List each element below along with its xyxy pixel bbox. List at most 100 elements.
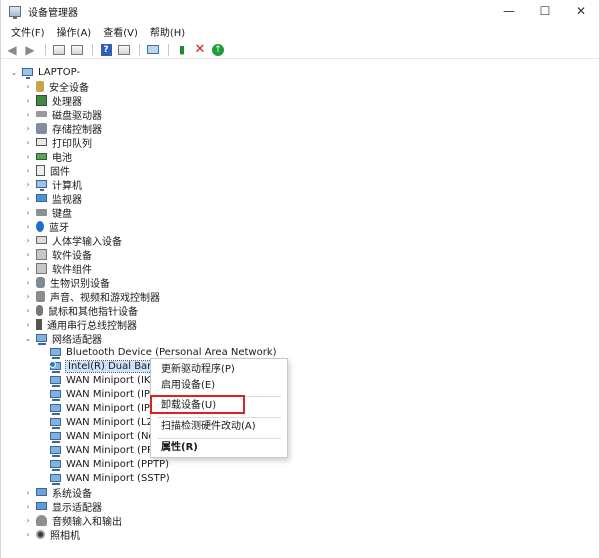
expand-chevron-icon[interactable]: ›	[23, 124, 33, 133]
expand-chevron-icon[interactable]: ›	[23, 488, 33, 497]
keyboard-icon	[36, 208, 47, 216]
network-adapter-item[interactable]: Bluetooth Device (Personal Area Network)	[50, 345, 277, 359]
tree-item-biometric[interactable]: › 生物识别设备	[23, 275, 110, 290]
tree-root-label: LAPTOP-	[38, 66, 81, 78]
tree-item-monitor[interactable]: › 监视器	[23, 191, 82, 206]
tree-item-disk[interactable]: › 磁盘驱动器	[23, 107, 102, 122]
bluetooth-icon	[36, 220, 44, 232]
mouse-icon	[36, 304, 43, 316]
expand-chevron-icon[interactable]: ›	[23, 138, 33, 147]
expand-chevron-icon[interactable]: ›	[23, 306, 33, 315]
tree-item-audio-io[interactable]: › 音频输入和输出	[23, 513, 122, 528]
properties-icon[interactable]	[51, 43, 67, 57]
menu-file[interactable]: 文件(F)	[5, 24, 51, 39]
expand-chevron-icon[interactable]: ›	[23, 96, 33, 105]
tree-item-software-device[interactable]: › 软件设备	[23, 247, 92, 262]
expand-chevron-icon[interactable]: ›	[23, 194, 33, 203]
expand-chevron-icon[interactable]: ›	[23, 250, 33, 259]
tree-item-network[interactable]: ⌄ 网络适配器	[23, 331, 102, 346]
minimize-button[interactable]: —	[491, 0, 527, 22]
expand-chevron-icon[interactable]: ›	[23, 516, 33, 525]
window-title: 设备管理器	[28, 7, 78, 19]
tree-item-usb[interactable]: › 通用串行总线控制器	[23, 317, 137, 332]
printer-icon	[36, 138, 47, 146]
expand-chevron-icon[interactable]: ›	[23, 152, 33, 161]
tree-item-mouse[interactable]: › 鼠标和其他指针设备	[23, 303, 138, 318]
collapse-chevron-icon[interactable]: ⌄	[9, 68, 19, 77]
expand-chevron-icon[interactable]: ›	[23, 502, 33, 511]
tree-item-battery[interactable]: › 电池	[23, 149, 72, 164]
network-adapter-item[interactable]: WAN Miniport (PPTP)	[50, 457, 169, 471]
tree-item-label: 网络适配器	[52, 334, 102, 346]
view-list-icon[interactable]	[116, 43, 132, 57]
tree-item-firmware[interactable]: › 固件	[23, 163, 70, 178]
tree-root[interactable]: ⌄ LAPTOP-	[9, 65, 80, 79]
back-arrow-icon[interactable]: ◀	[4, 43, 20, 57]
tree-item-label: 蓝牙	[49, 222, 69, 234]
tree-item-software-component[interactable]: › 软件组件	[23, 261, 92, 276]
network-adapter-label: Bluetooth Device (Personal Area Network)	[66, 346, 277, 358]
tree-item-camera[interactable]: › 照相机	[23, 527, 80, 542]
expand-chevron-icon[interactable]: ›	[23, 166, 33, 175]
menu-help[interactable]: 帮助(H)	[144, 24, 191, 39]
menu-properties[interactable]: 属性(R)	[161, 441, 198, 455]
menu-action[interactable]: 操作(A)	[51, 24, 98, 39]
tree-item-system[interactable]: › 系统设备	[23, 485, 92, 500]
menu-view[interactable]: 查看(V)	[97, 24, 144, 39]
uninstall-icon[interactable]: ✕	[192, 42, 208, 57]
expand-chevron-icon[interactable]: ›	[23, 180, 33, 189]
device-manager-window: 设备管理器 — ☐ ✕ 文件(F) 操作(A) 查看(V) 帮助(H) ◀ ▶ …	[0, 0, 600, 558]
scan-hardware-icon[interactable]: ↑	[210, 43, 226, 57]
monitor-icon[interactable]	[145, 43, 161, 57]
expand-chevron-icon[interactable]: ›	[23, 278, 33, 287]
tree-item-computer[interactable]: › 计算机	[23, 177, 82, 192]
hid-icon	[36, 236, 47, 244]
expand-chevron-icon[interactable]: ›	[23, 264, 33, 273]
expand-chevron-icon[interactable]: ›	[23, 110, 33, 119]
tree-item-label: 显示适配器	[52, 502, 102, 514]
expand-chevron-icon[interactable]: ›	[23, 530, 33, 539]
tree-item-storage[interactable]: › 存储控制器	[23, 121, 102, 136]
menu-scan-hardware[interactable]: 扫描检测硬件改动(A)	[161, 420, 256, 434]
camera-icon	[36, 529, 45, 539]
network-adapter-item[interactable]: WAN Miniport (IP)	[50, 387, 154, 401]
update-driver-icon[interactable]: ▮	[174, 43, 190, 57]
title-bar: 设备管理器 — ☐ ✕	[1, 0, 599, 22]
computer-icon	[22, 68, 33, 79]
help-icon[interactable]: ?	[98, 43, 114, 57]
expand-chevron-icon[interactable]: ›	[23, 208, 33, 217]
expand-chevron-icon[interactable]: ›	[23, 82, 33, 91]
close-button[interactable]: ✕	[563, 0, 599, 22]
tree-item-label: 电池	[52, 152, 72, 164]
expand-chevron-icon[interactable]: ›	[23, 320, 33, 329]
collapse-chevron-icon[interactable]: ⌄	[23, 334, 33, 343]
expand-chevron-icon[interactable]: ›	[23, 236, 33, 245]
view-icon[interactable]	[69, 43, 85, 57]
tree-item-hid[interactable]: › 人体学输入设备	[23, 233, 122, 248]
toolbar-separator	[168, 43, 169, 56]
processor-icon	[36, 94, 47, 106]
tree-item-security[interactable]: › 安全设备	[23, 79, 89, 94]
network-adapter-icon	[50, 432, 61, 443]
audio-io-icon	[36, 514, 47, 526]
software-device-icon	[36, 248, 47, 260]
network-adapter-item[interactable]: WAN Miniport (SSTP)	[50, 471, 170, 485]
tree-item-sound[interactable]: › 声音、视频和游戏控制器	[23, 289, 160, 304]
maximize-button[interactable]: ☐	[527, 0, 563, 22]
expand-chevron-icon[interactable]: ›	[23, 222, 33, 231]
network-adapter-icon	[50, 474, 61, 485]
tree-item-label: 计算机	[52, 180, 82, 192]
tree-item-label: 固件	[50, 166, 70, 178]
tree-item-keyboard[interactable]: › 键盘	[23, 205, 72, 220]
menu-update-driver[interactable]: 更新驱动程序(P)	[161, 363, 235, 377]
tree-item-printer[interactable]: › 打印队列	[23, 135, 92, 150]
tree-item-processor[interactable]: › 处理器	[23, 93, 82, 108]
firmware-icon	[36, 164, 45, 176]
tree-item-display[interactable]: › 显示适配器	[23, 499, 102, 514]
menu-enable-device[interactable]: 启用设备(E)	[161, 379, 215, 393]
expand-chevron-icon[interactable]: ›	[23, 292, 33, 301]
forward-arrow-icon[interactable]: ▶	[22, 43, 38, 57]
network-adapter-item[interactable]: WAN Miniport (IPv6)	[50, 401, 166, 415]
tree-item-bluetooth[interactable]: › 蓝牙	[23, 219, 69, 234]
tree-item-label: 鼠标和其他指针设备	[48, 306, 138, 318]
